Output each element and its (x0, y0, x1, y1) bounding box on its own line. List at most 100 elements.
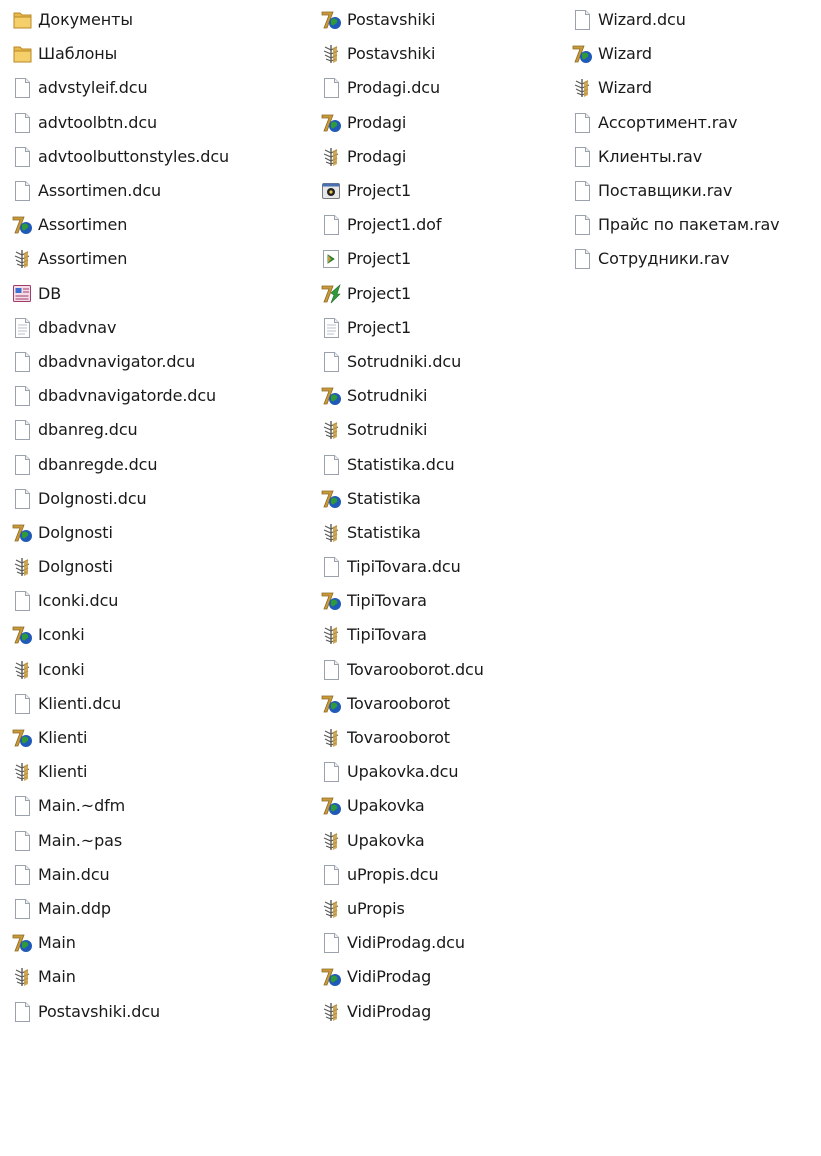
file-item[interactable]: Dolgnosti (12, 550, 302, 584)
file-item[interactable]: Klienti.dcu (12, 687, 302, 721)
file-item[interactable]: Upakovka (321, 824, 561, 858)
file-icon (12, 180, 33, 202)
file-item[interactable]: Postavshiki (321, 37, 561, 71)
file-icon (572, 214, 593, 236)
file-item[interactable]: Main.ddp (12, 892, 302, 926)
file-item[interactable]: Project1 (321, 174, 561, 208)
file-icon (321, 761, 342, 783)
file-item[interactable]: Prodagi.dcu (321, 71, 561, 105)
file-item[interactable]: Upakovka (321, 789, 561, 823)
file-name: Prodagi (347, 146, 407, 166)
file-item[interactable]: Iconki (12, 618, 302, 652)
file-item[interactable]: Tovarooborot (321, 687, 561, 721)
file-item[interactable]: Assortimen (12, 208, 302, 242)
folder-icon (12, 9, 33, 31)
file-item[interactable]: uPropis.dcu (321, 858, 561, 892)
file-item[interactable]: Assortimen (12, 242, 302, 276)
file-item[interactable]: Iconki.dcu (12, 584, 302, 618)
file-icon (12, 454, 33, 476)
file-item[interactable]: advtoolbuttonstyles.dcu (12, 140, 302, 174)
file-name: Project1 (347, 181, 412, 201)
file-item[interactable]: TipiTovara.dcu (321, 550, 561, 584)
file-item[interactable]: dbadvnav (12, 311, 302, 345)
file-item[interactable]: Upakovka.dcu (321, 755, 561, 789)
file-item[interactable]: advtoolbtn.dcu (12, 106, 302, 140)
file-item[interactable]: Prodagi (321, 106, 561, 140)
file-item[interactable]: Assortimen.dcu (12, 174, 302, 208)
file-name: Iconki (38, 659, 85, 679)
file-item[interactable]: Main.~pas (12, 824, 302, 858)
file-item[interactable]: Sotrudniki (321, 413, 561, 447)
file-item[interactable]: dbanreg.dcu (12, 413, 302, 447)
file-item[interactable]: Tovarooborot (321, 721, 561, 755)
file-item[interactable]: Postavshiki.dcu (12, 994, 302, 1028)
file-item[interactable]: Iconki (12, 653, 302, 687)
file-item[interactable]: Main (12, 926, 302, 960)
file-item[interactable]: Statistika (321, 516, 561, 550)
file-name: Klienti.dcu (38, 693, 122, 713)
delphi-form-icon (321, 146, 342, 168)
file-item[interactable]: Документы (12, 3, 302, 37)
file-item[interactable]: Main.dcu (12, 858, 302, 892)
file-item[interactable]: Klienti (12, 755, 302, 789)
file-item[interactable]: dbadvnavigatorde.dcu (12, 379, 302, 413)
file-name: Klienti (38, 762, 88, 782)
file-item[interactable]: TipiTovara (321, 584, 561, 618)
file-name: VidiProdag.dcu (347, 933, 465, 953)
file-item[interactable]: Tovarooborot.dcu (321, 653, 561, 687)
file-item[interactable]: Sotrudniki.dcu (321, 345, 561, 379)
file-item[interactable]: Project1 (321, 277, 561, 311)
file-item[interactable]: Postavshiki (321, 3, 561, 37)
file-icon (12, 590, 33, 612)
file-item[interactable]: Prodagi (321, 140, 561, 174)
file-name: Сотрудники.rav (598, 249, 730, 269)
file-item[interactable]: Statistika.dcu (321, 447, 561, 481)
file-item[interactable]: Klienti (12, 721, 302, 755)
file-name: uPropis (347, 898, 405, 918)
file-item[interactable]: Поставщики.rav (572, 174, 821, 208)
file-name: Project1.dof (347, 215, 442, 235)
file-item[interactable]: DB (12, 277, 302, 311)
file-item[interactable]: advstyleif.dcu (12, 71, 302, 105)
file-item[interactable]: VidiProdag (321, 960, 561, 994)
file-item[interactable]: Клиенты.rav (572, 140, 821, 174)
file-item[interactable]: Dolgnosti (12, 516, 302, 550)
delphi-unit-icon (12, 624, 33, 646)
file-item[interactable]: Project1 (321, 311, 561, 345)
file-item[interactable]: Dolgnosti.dcu (12, 482, 302, 516)
file-item[interactable]: Project1 (321, 242, 561, 276)
delphi-unit-icon (321, 488, 342, 510)
file-item[interactable]: Main (12, 960, 302, 994)
file-name: Project1 (347, 249, 412, 269)
file-icon (12, 351, 33, 373)
file-item[interactable]: Сотрудники.rav (572, 242, 821, 276)
file-item[interactable]: Wizard (572, 71, 821, 105)
file-name: dbadvnavigator.dcu (38, 351, 196, 371)
file-item[interactable]: Шаблоны (12, 37, 302, 71)
file-item[interactable]: Main.~dfm (12, 789, 302, 823)
file-item[interactable]: VidiProdag (321, 994, 561, 1028)
file-item[interactable]: Project1.dof (321, 208, 561, 242)
file-item[interactable]: Прайс по пакетам.rav (572, 208, 821, 242)
file-item[interactable]: VidiProdag.dcu (321, 926, 561, 960)
file-name: Документы (38, 10, 133, 30)
file-name: Dolgnosti.dcu (38, 488, 147, 508)
file-column-1: Документы Шаблоны advstyleif.dcu advtool… (12, 0, 302, 1029)
file-icon (12, 898, 33, 920)
file-name: Iconki.dcu (38, 591, 119, 611)
file-name: Wizard (598, 78, 652, 98)
file-item[interactable]: dbadvnavigator.dcu (12, 345, 302, 379)
file-name: Assortimen (38, 215, 128, 235)
file-item[interactable]: TipiTovara (321, 618, 561, 652)
delphi-form-icon (321, 727, 342, 749)
file-item[interactable]: Ассортимент.rav (572, 106, 821, 140)
file-item[interactable]: Wizard.dcu (572, 3, 821, 37)
file-item[interactable]: Wizard (572, 37, 821, 71)
delphi-unit-icon (321, 795, 342, 817)
delphi-unit-icon (12, 214, 33, 236)
file-item[interactable]: uPropis (321, 892, 561, 926)
file-item[interactable]: Statistika (321, 482, 561, 516)
file-item[interactable]: Sotrudniki (321, 379, 561, 413)
file-item[interactable]: dbanregde.dcu (12, 447, 302, 481)
file-name: dbadvnav (38, 317, 117, 337)
